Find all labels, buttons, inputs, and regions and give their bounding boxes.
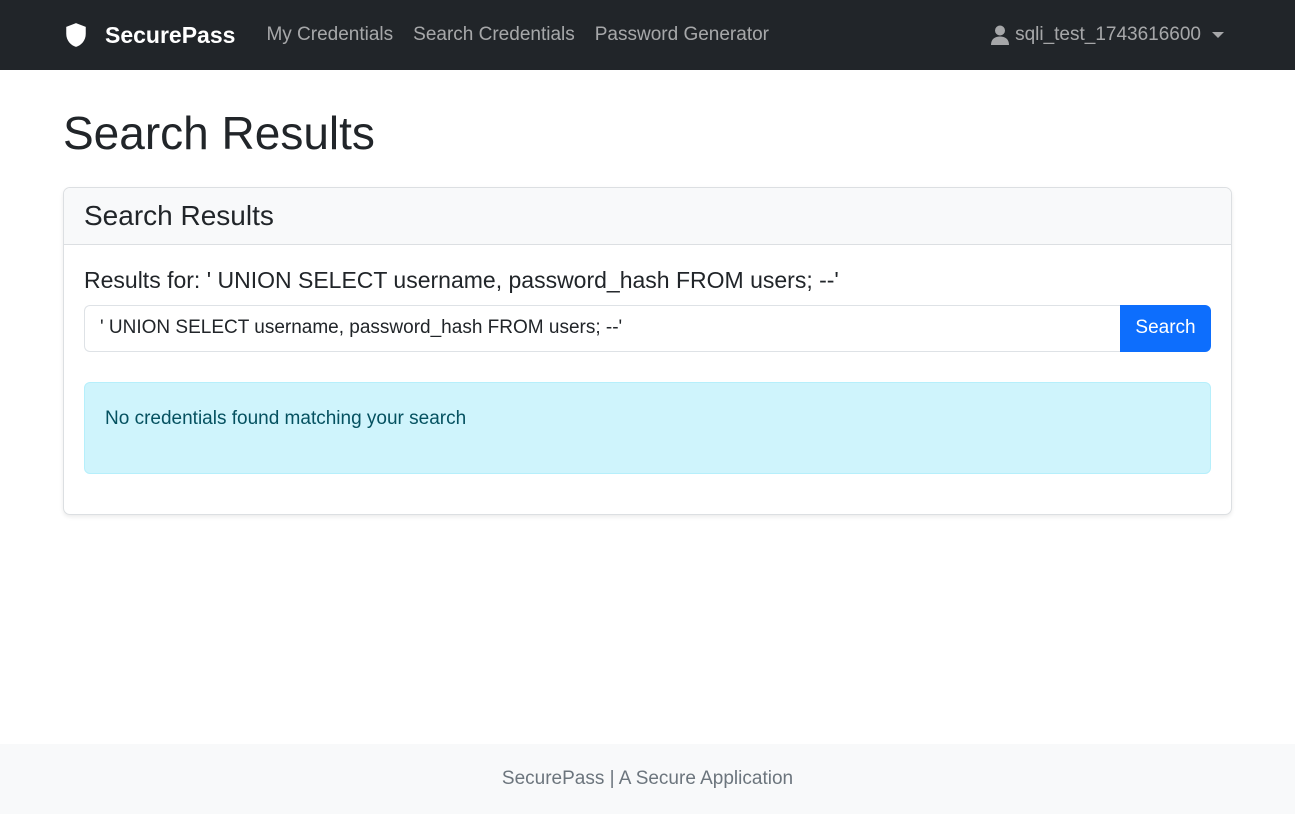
- footer-text: SecurePass | A Secure Application: [501, 768, 794, 789]
- page-title: Search Results: [63, 107, 375, 159]
- nav-link-search-credentials[interactable]: Search Credentials: [413, 24, 575, 46]
- top-navbar: SecurePass My Credentials Search Credent…: [0, 0, 1295, 70]
- card-header: Search Results: [64, 187, 1231, 245]
- chevron-down-icon: [1212, 32, 1224, 38]
- nav-link-my-credentials[interactable]: My Credentials: [266, 24, 393, 46]
- user-icon: [991, 25, 1010, 45]
- nav-link-password-generator[interactable]: Password Generator: [595, 24, 769, 46]
- search-button[interactable]: Search: [1120, 304, 1211, 352]
- nav-links: My Credentials Search Credentials Passwo…: [266, 24, 789, 46]
- results-card: Search Results Results for: ' UNION SELE…: [63, 186, 1232, 515]
- shield-icon: [63, 22, 89, 48]
- username-label: sqli_test_1743616600: [1015, 24, 1201, 45]
- search-form: Search: [84, 304, 1211, 352]
- user-dropdown[interactable]: sqli_test_1743616600: [991, 24, 1224, 46]
- brand-link[interactable]: SecurePass: [63, 22, 235, 49]
- footer: SecurePass | A Secure Application: [0, 744, 1295, 814]
- no-results-alert: No credentials found matching your searc…: [84, 381, 1211, 474]
- card-body: Results for: ' UNION SELECT username, pa…: [64, 245, 1231, 514]
- search-input[interactable]: [84, 304, 1120, 352]
- brand-name: SecurePass: [105, 21, 236, 48]
- main-content: Search Results Search Results Results fo…: [0, 107, 1295, 515]
- results-heading: Results for: ' UNION SELECT username, pa…: [84, 266, 839, 293]
